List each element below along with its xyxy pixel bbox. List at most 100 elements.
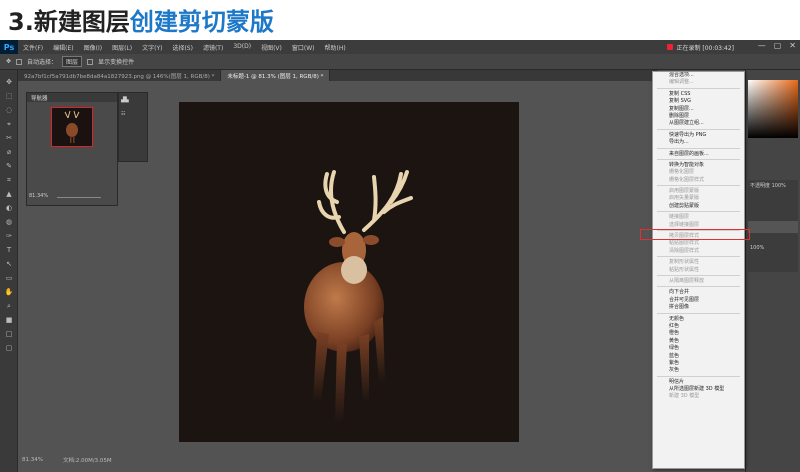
histogram-panel-dock: ▟▙ ☷ bbox=[118, 92, 148, 162]
context-menu-item: 新建 3D 模型 bbox=[669, 393, 700, 400]
histogram-icon[interactable]: ▟▙ bbox=[119, 93, 147, 107]
context-menu-item[interactable]: 绿色 bbox=[653, 345, 744, 352]
menu-item[interactable]: 窗口(W) bbox=[287, 43, 320, 52]
context-menu-item: 从隔离图层释放 bbox=[669, 277, 705, 284]
menu-item[interactable]: 编辑(E) bbox=[48, 43, 78, 52]
pen-tool-icon[interactable]: ✑ bbox=[4, 232, 14, 240]
context-menu-item[interactable]: 黄色 bbox=[653, 338, 744, 345]
show-transform-label: 显示变换控件 bbox=[98, 59, 135, 66]
context-menu-item[interactable]: 合并可见图层 bbox=[653, 297, 744, 304]
layers-panel: 不透明度 100% 100% bbox=[748, 180, 798, 272]
quickmask-tool-icon[interactable]: ▢ bbox=[4, 344, 14, 352]
context-menu-item: 启用矢量蒙版 bbox=[669, 195, 700, 202]
fill-value[interactable]: 100% bbox=[748, 243, 798, 253]
move-tool-icon[interactable]: ✥ bbox=[4, 78, 14, 86]
menu-item[interactable]: 选择(S) bbox=[167, 43, 198, 52]
context-menu-item[interactable]: 来自图层的画板... bbox=[653, 151, 744, 158]
context-menu-item[interactable]: 复制 CSS bbox=[653, 91, 744, 98]
background-tool-icon[interactable]: □ bbox=[4, 330, 14, 338]
brush-tool-icon[interactable]: ✎ bbox=[4, 162, 14, 170]
context-menu-item[interactable]: 快速导出为 PNG bbox=[653, 132, 744, 139]
navigator-zoom[interactable]: 81.34% bbox=[29, 193, 48, 199]
auto-select-label: 自动选择： bbox=[27, 59, 58, 66]
options-bar: ✥ 自动选择： 图层 显示变换控件 bbox=[0, 54, 800, 70]
ps-logo: Ps bbox=[0, 40, 18, 54]
menu-item[interactable]: 视图(V) bbox=[256, 43, 287, 52]
type-tool-icon[interactable]: T bbox=[4, 246, 14, 254]
menu-bar: Ps 文件(F) 编辑(E) 图像(I) 图层(L) 文字(Y) 选择(S) 滤镜(T) 3D… bbox=[0, 40, 800, 54]
layer-context-menu: 混合选项... 编辑调整... 复制 CSS 复制 SVG 复制图层... 删除图层 从图层… bbox=[652, 71, 745, 469]
menu-item[interactable]: 图像(I) bbox=[79, 43, 107, 52]
create-clipping-mask-item[interactable]: 创建剪贴蒙版 bbox=[653, 203, 744, 210]
banner-title: 3.新建图层创建剪切蒙版 bbox=[8, 2, 274, 37]
document-canvas[interactable] bbox=[179, 102, 519, 442]
shape-tool-icon[interactable]: ▭ bbox=[4, 274, 14, 282]
context-menu-item[interactable]: 向下合并 bbox=[653, 289, 744, 296]
foreground-tool-icon[interactable]: ■ bbox=[4, 316, 14, 324]
context-menu-item: 粘贴形状属性 bbox=[669, 266, 700, 273]
menu-item[interactable]: 滤镜(T) bbox=[198, 43, 228, 52]
banner-number: 3. bbox=[8, 8, 34, 36]
menu-item[interactable]: 3D(D) bbox=[228, 43, 256, 52]
status-zoom[interactable]: 81.34% bbox=[22, 457, 43, 463]
context-menu-item[interactable]: 蓝色 bbox=[653, 353, 744, 360]
navigator-panel: 导航器 81.34% bbox=[26, 92, 118, 206]
navigator-thumbnail[interactable] bbox=[51, 107, 93, 147]
eraser-tool-icon[interactable]: ◐ bbox=[4, 204, 14, 212]
opacity-label: 不透明度 bbox=[750, 183, 771, 189]
color-picker[interactable] bbox=[748, 80, 798, 138]
lasso-tool-icon[interactable]: ◌ bbox=[4, 106, 14, 114]
maximize-button[interactable]: ▢ bbox=[774, 41, 782, 50]
layer-row[interactable] bbox=[748, 221, 798, 233]
tab-document-1[interactable]: 92a7bf1cf5a791db7be8da84a1827923.png @ 1… bbox=[18, 70, 222, 81]
context-menu-item[interactable]: 转换为智能对象 bbox=[653, 162, 744, 169]
eyedropper-tool-icon[interactable]: ⌀ bbox=[4, 148, 14, 156]
tab-document-2[interactable]: 未标题-1 @ 81.3% (图层 1, RGB/8) * bbox=[221, 70, 331, 81]
context-menu-item[interactable]: 紫色 bbox=[653, 360, 744, 367]
context-menu-item: 选择链接图层 bbox=[669, 221, 700, 228]
opacity-value[interactable]: 100% bbox=[772, 183, 786, 189]
tutorial-banner: 3.新建图层创建剪切蒙版 bbox=[0, 0, 800, 40]
navigator-zoom-slider[interactable] bbox=[57, 197, 101, 198]
context-menu-item: 编辑调整... bbox=[669, 79, 694, 86]
auto-select-dropdown[interactable]: 图层 bbox=[62, 56, 83, 67]
menu-item[interactable]: 文字(Y) bbox=[137, 43, 167, 52]
menu-item[interactable]: 文件(F) bbox=[18, 43, 48, 52]
context-menu-item[interactable]: 拼合图像 bbox=[653, 304, 744, 311]
menu-item[interactable]: 图层(L) bbox=[107, 43, 137, 52]
context-menu-item: 清除图层样式 bbox=[669, 247, 700, 254]
deer-thumbnail-icon bbox=[64, 110, 80, 143]
context-menu-item[interactable]: 红色 bbox=[653, 323, 744, 330]
context-menu-item[interactable]: 无颜色 bbox=[653, 316, 744, 323]
context-menu-item[interactable]: 复制图层... bbox=[653, 106, 744, 113]
menu-item[interactable]: 帮助(H) bbox=[320, 43, 351, 52]
context-menu-item[interactable]: 灰色 bbox=[653, 367, 744, 374]
path-select-tool-icon[interactable]: ↖ bbox=[4, 260, 14, 268]
context-menu-item[interactable]: 从图层建立组... bbox=[653, 120, 744, 127]
crop-tool-icon[interactable]: ✂ bbox=[4, 134, 14, 142]
quick-select-tool-icon[interactable]: ⌖ bbox=[4, 120, 14, 128]
recording-indicator: 正在录制 [00:03:42] bbox=[667, 42, 734, 52]
stamp-tool-icon[interactable]: ⌗ bbox=[4, 176, 14, 184]
auto-select-checkbox[interactable] bbox=[16, 58, 23, 65]
context-menu-item: 链接图层 bbox=[669, 214, 690, 221]
context-menu-item[interactable]: 橙色 bbox=[653, 330, 744, 337]
record-icon bbox=[667, 44, 674, 50]
close-button[interactable]: ✕ bbox=[789, 41, 796, 50]
adjust-icon[interactable]: ☷ bbox=[119, 107, 147, 121]
minimize-button[interactable]: — bbox=[758, 41, 766, 50]
banner-title-highlight: 创建剪切蒙版 bbox=[129, 8, 274, 36]
window-controls: — ▢ ✕ bbox=[758, 41, 796, 50]
marquee-tool-icon[interactable]: ⬚ bbox=[4, 92, 14, 100]
show-transform-checkbox[interactable] bbox=[87, 58, 94, 65]
context-menu-item[interactable]: 明信片 bbox=[653, 379, 744, 386]
zoom-tool-icon[interactable]: ⌕ bbox=[4, 302, 14, 310]
hand-tool-icon[interactable]: ✋ bbox=[4, 288, 14, 296]
context-menu-item[interactable]: 复制 SVG bbox=[653, 98, 744, 105]
history-tool-icon[interactable]: ▲ bbox=[4, 190, 14, 198]
navigator-title: 导航器 bbox=[27, 93, 117, 102]
context-menu-item[interactable]: 导出为... bbox=[653, 139, 744, 146]
deer-image bbox=[304, 170, 413, 422]
context-menu-item[interactable]: 混合选项... bbox=[653, 72, 744, 79]
gradient-tool-icon[interactable]: ◍ bbox=[4, 218, 14, 226]
